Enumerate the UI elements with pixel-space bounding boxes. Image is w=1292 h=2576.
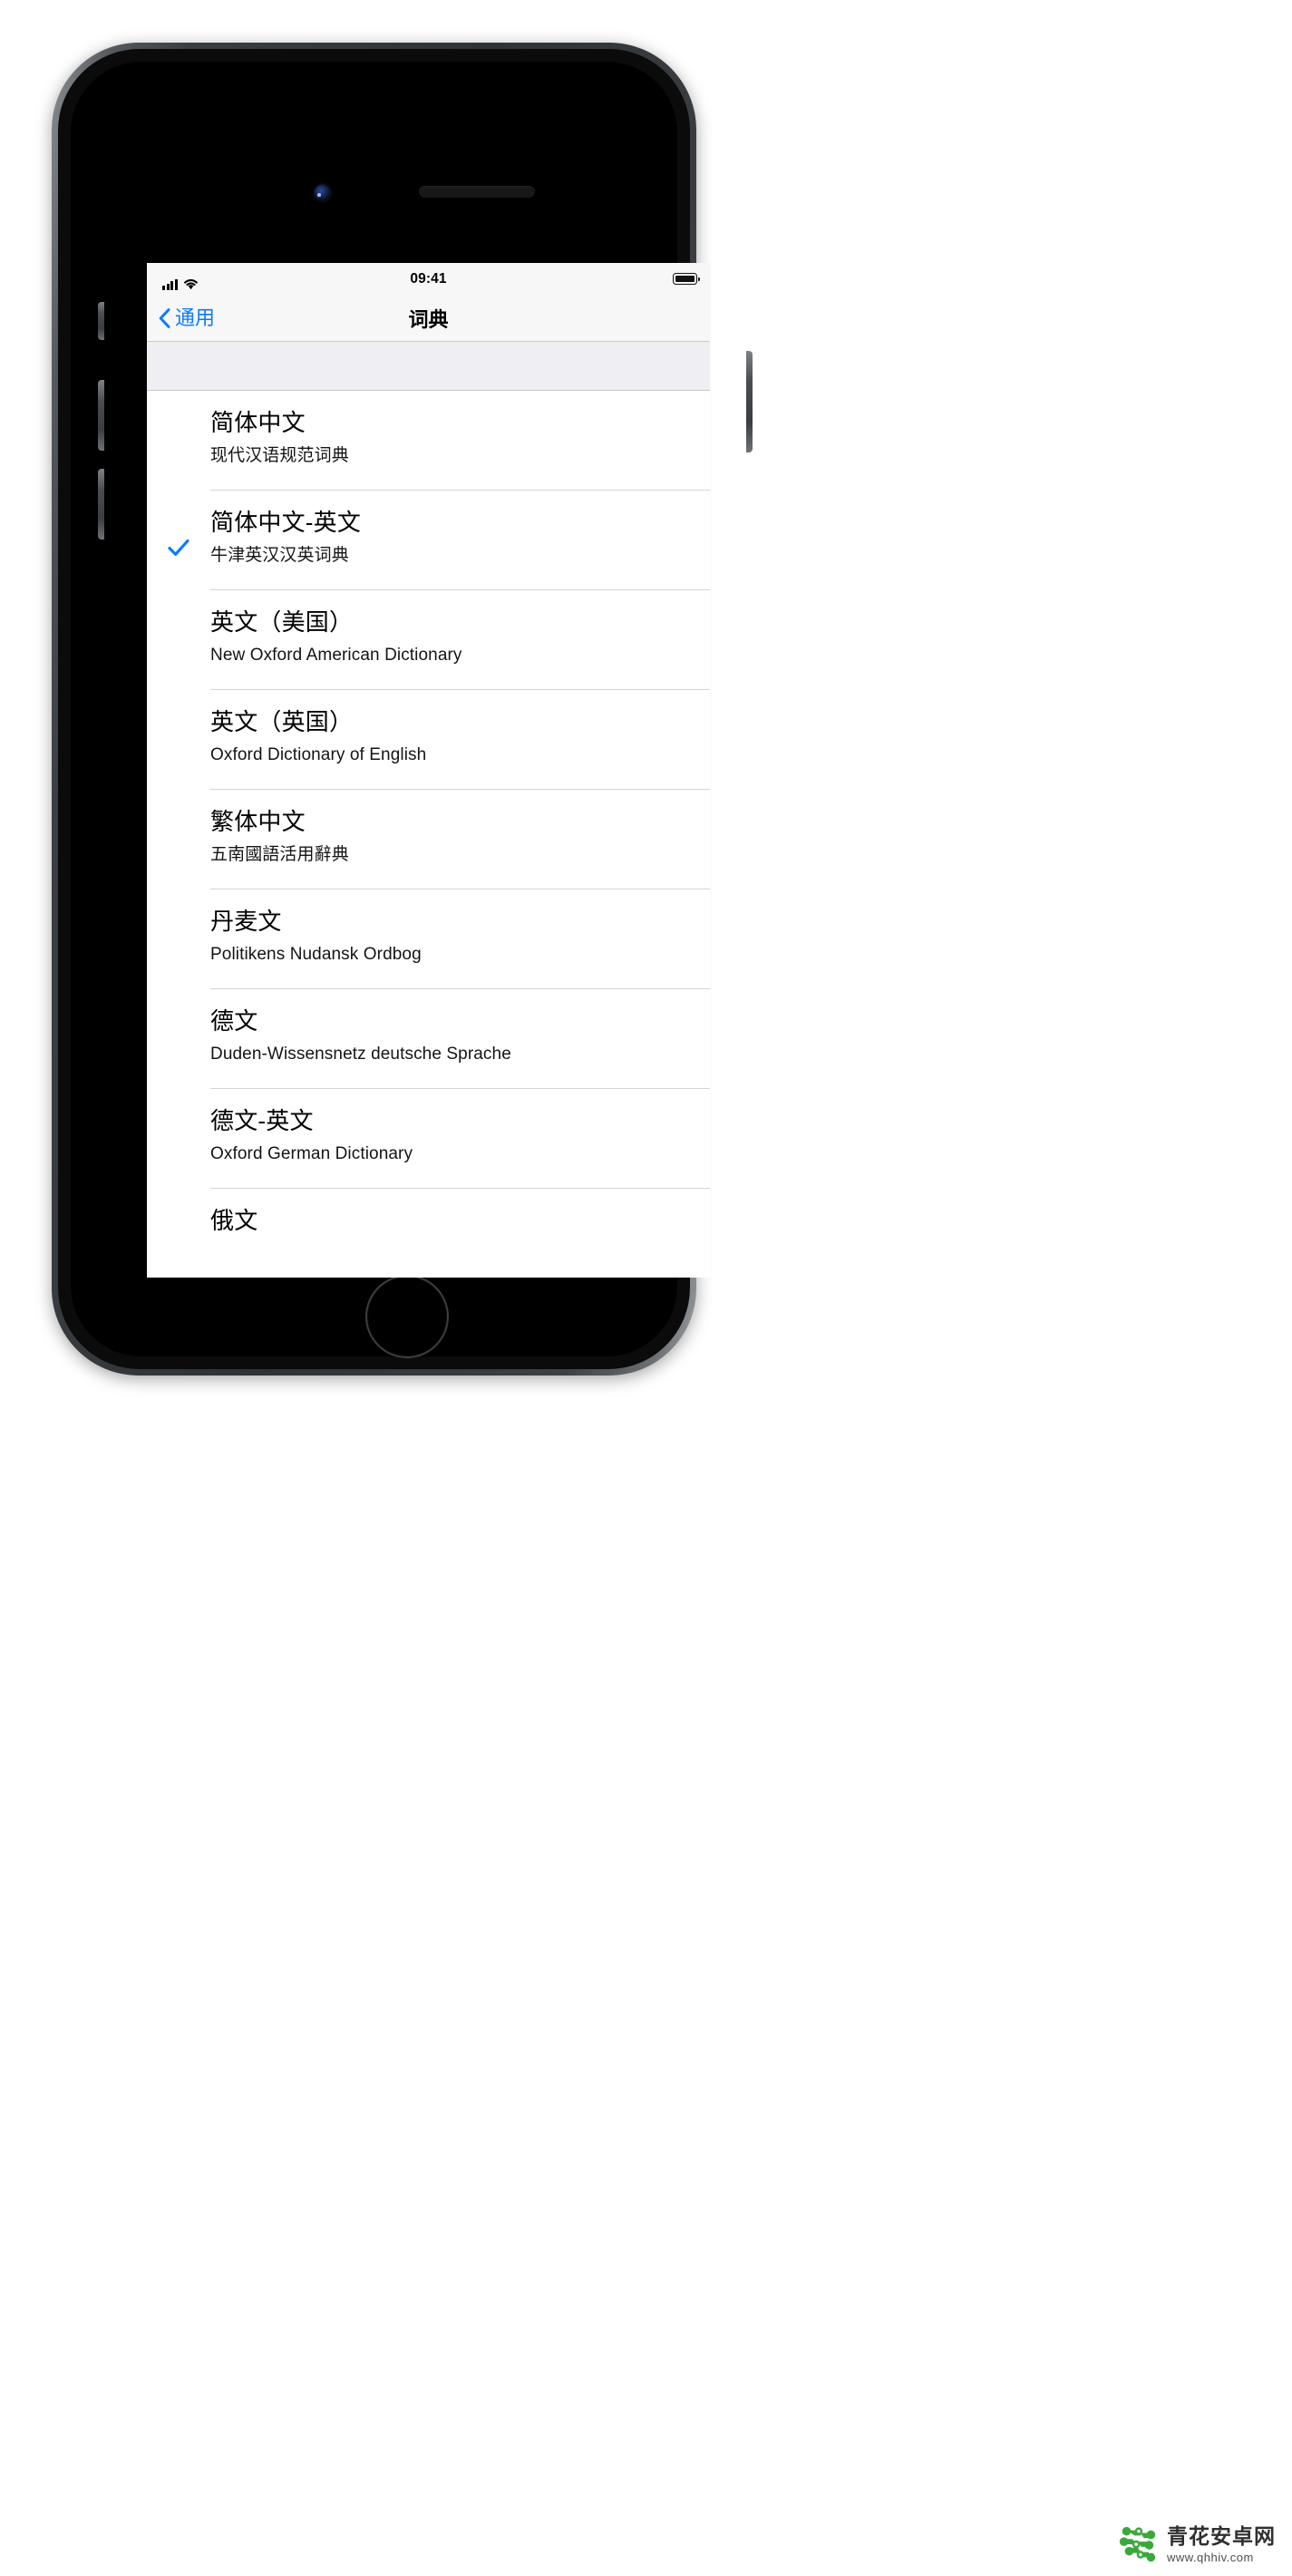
volume-up-button[interactable]: [98, 380, 104, 451]
dictionary-row[interactable]: 英文（美国） New Oxford American Dictionary: [147, 590, 710, 690]
front-camera-icon: [315, 185, 330, 200]
dictionary-row-check-cell: [147, 808, 210, 859]
dictionary-title: 德文: [210, 1007, 258, 1035]
wifi-icon: [183, 278, 198, 290]
molecule-logo-icon: [1119, 2526, 1156, 2562]
dictionary-subtitle: Duden-Wissensnetz deutsche Sprache: [210, 1044, 511, 1064]
earpiece-speaker-icon: [419, 186, 535, 198]
dictionary-row-check-cell: [147, 1207, 210, 1258]
silent-switch[interactable]: [98, 302, 104, 340]
dictionary-row-text: 简体中文-英文牛津英汉汉英词典: [210, 509, 710, 567]
status-bar-right: [673, 273, 700, 285]
phone-screen: 09:41 通用 词典 简体中文 现代汉语规范词典 简体中文-英文 牛津英汉汉英…: [147, 263, 710, 1278]
dictionary-subtitle: New Oxford American Dictionary: [210, 645, 462, 665]
back-button-label: 通用: [175, 306, 216, 329]
dictionary-row[interactable]: 简体中文-英文牛津英汉汉英词典: [147, 491, 710, 590]
back-button[interactable]: 通用: [147, 306, 216, 329]
checkmark-icon: [168, 539, 189, 556]
dictionary-row-check-cell: [147, 509, 210, 559]
page-title: 词典: [408, 307, 449, 331]
dictionary-title: 英文（英国）: [210, 708, 354, 735]
dictionary-row[interactable]: 丹麦文 Politikens Nudansk Ordbog: [147, 889, 710, 989]
section-header-gap: [147, 342, 710, 391]
dictionary-row-check-cell: [147, 409, 210, 460]
watermark-site-name: 青花安卓网: [1167, 2523, 1276, 2548]
dictionary-row-check-cell: [147, 1107, 210, 1158]
device-face: 09:41 通用 词典 简体中文 现代汉语规范词典 简体中文-英文 牛津英汉汉英…: [71, 62, 710, 1358]
dictionary-row-check-cell: [147, 608, 210, 659]
dictionary-title: 俄文: [210, 1207, 258, 1234]
dictionary-row[interactable]: 德文 Duden-Wissensnetz deutsche Sprache: [147, 989, 710, 1089]
dictionary-subtitle: Oxford German Dictionary: [210, 1143, 413, 1163]
dictionary-row-text: 英文（美国） New Oxford American Dictionary: [210, 608, 710, 666]
dictionary-row-check-cell: [147, 908, 210, 958]
dictionary-row[interactable]: 繁体中文五南國語活用辭典: [147, 790, 710, 889]
site-watermark: 青花安卓网 www.qhhiv.com: [1117, 2523, 1276, 2565]
device-bezel: 09:41 通用 词典 简体中文 现代汉语规范词典 简体中文-英文 牛津英汉汉英…: [58, 49, 710, 1369]
dictionary-title: 简体中文-英文: [210, 509, 362, 536]
watermark-text: 青花安卓网 www.qhhiv.com: [1167, 2523, 1276, 2564]
dictionary-title: 英文（美国）: [210, 608, 354, 636]
watermark-site-url: www.qhhiv.com: [1167, 2550, 1254, 2564]
home-button[interactable]: [365, 1275, 449, 1358]
dictionary-subtitle: 五南國語活用辭典: [210, 844, 349, 864]
dictionary-row-check-cell: [147, 1007, 210, 1058]
dictionary-subtitle: 牛津英汉汉英词典: [210, 545, 349, 565]
status-bar-clock: 09:41: [410, 271, 447, 287]
chevron-left-icon: [159, 307, 170, 328]
dictionary-row[interactable]: 简体中文现代汉语规范词典: [147, 391, 710, 491]
dictionary-row-text: 德文-英文 Oxford German Dictionary: [210, 1107, 710, 1165]
dictionary-title: 丹麦文: [210, 908, 282, 935]
status-bar-left: [162, 263, 199, 299]
dictionary-row[interactable]: 俄文: [147, 1189, 710, 1278]
dictionary-list: 简体中文现代汉语规范词典简体中文-英文牛津英汉汉英词典英文（美国） New Oxf…: [147, 391, 710, 1278]
dictionary-title: 繁体中文: [210, 808, 306, 835]
power-button[interactable]: [746, 351, 753, 452]
dictionary-row[interactable]: 英文（英国） Oxford Dictionary of English: [147, 690, 710, 790]
dictionary-title: 德文-英文: [210, 1107, 314, 1134]
dictionary-row-check-cell: [147, 708, 210, 759]
battery-full-icon: [673, 273, 700, 285]
iphone-device-frame: 09:41 通用 词典 简体中文 现代汉语规范词典 简体中文-英文 牛津英汉汉英…: [52, 43, 753, 1375]
dictionary-subtitle: 现代汉语规范词典: [210, 445, 349, 465]
dictionary-subtitle: Oxford Dictionary of English: [210, 744, 427, 764]
dictionary-title: 简体中文: [210, 409, 306, 436]
volume-down-button[interactable]: [98, 469, 104, 540]
cellular-signal-icon: [162, 278, 178, 290]
navigation-bar: 通用 词典: [147, 295, 710, 342]
dictionary-row-text: 简体中文现代汉语规范词典: [210, 409, 710, 467]
dictionary-row-text: 繁体中文五南國語活用辭典: [210, 808, 710, 866]
dictionary-row-text: 英文（英国） Oxford Dictionary of English: [210, 708, 710, 766]
dictionary-row-text: 丹麦文 Politikens Nudansk Ordbog: [210, 908, 710, 966]
dictionary-row-text: 德文 Duden-Wissensnetz deutsche Sprache: [210, 1007, 710, 1065]
status-bar: 09:41: [147, 263, 710, 295]
dictionary-row-text: 俄文: [210, 1207, 710, 1236]
dictionary-row[interactable]: 德文-英文 Oxford German Dictionary: [147, 1089, 710, 1189]
dictionary-subtitle: Politikens Nudansk Ordbog: [210, 944, 422, 964]
